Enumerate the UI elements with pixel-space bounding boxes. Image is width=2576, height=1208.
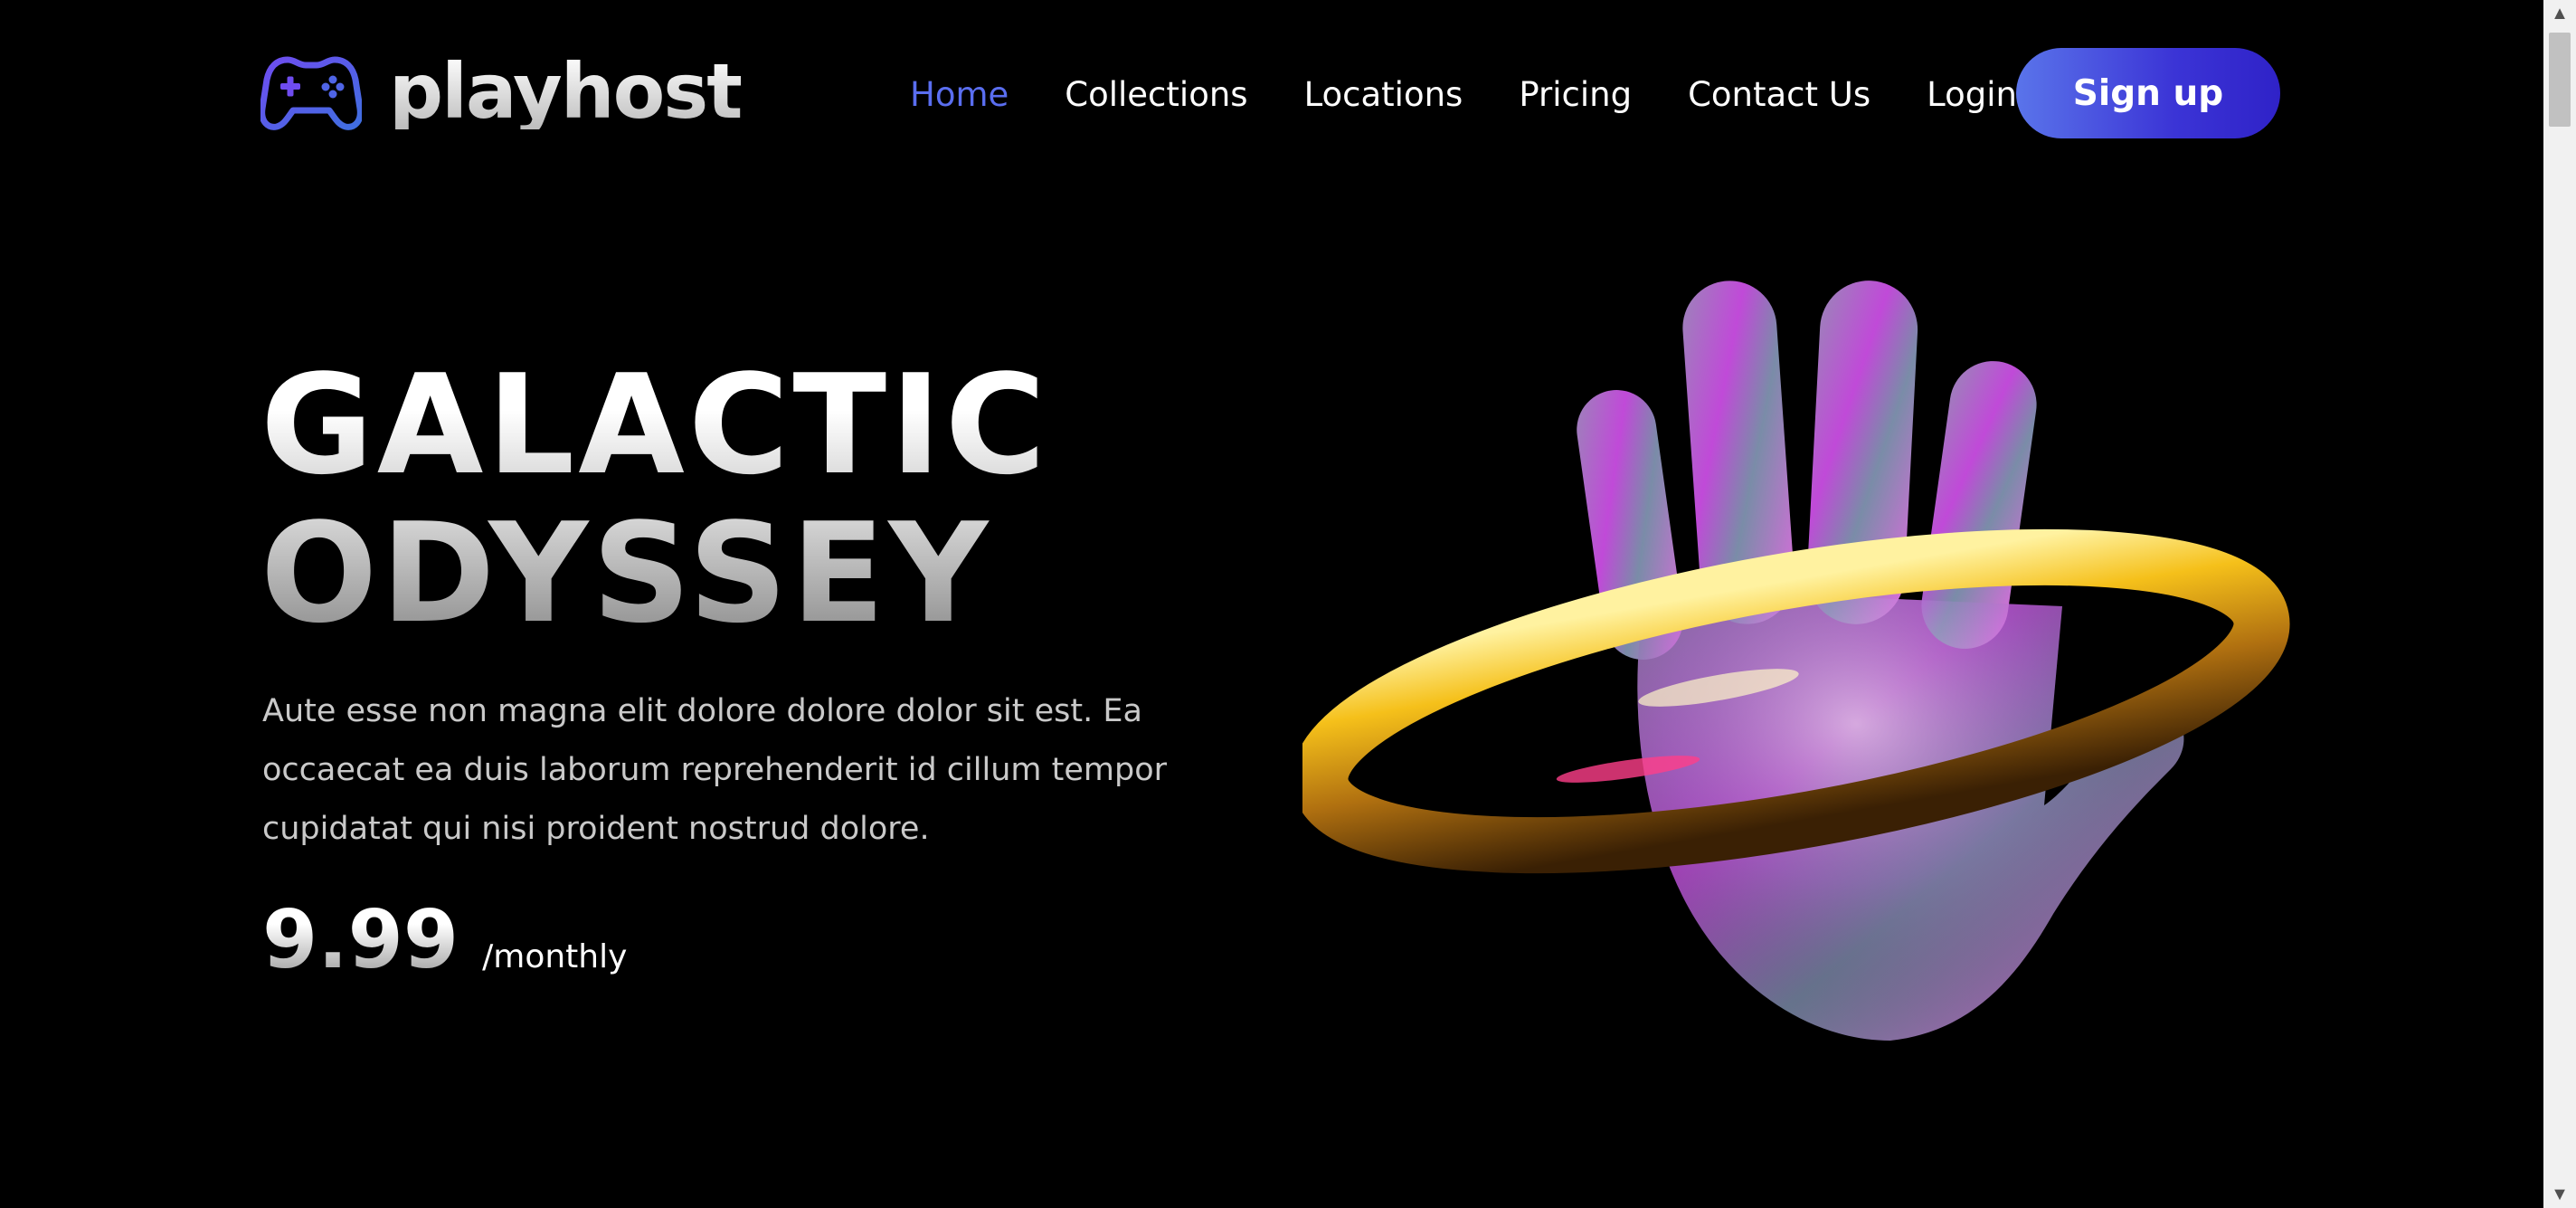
nav-locations[interactable]: Locations	[1304, 71, 1463, 119]
nav-home[interactable]: Home	[910, 71, 1009, 119]
nav-collections[interactable]: Collections	[1065, 71, 1247, 119]
hero-hand-image	[1302, 281, 2290, 1041]
brand-name: playhost	[389, 47, 743, 136]
scroll-up-arrow-icon[interactable]: ▲	[2543, 0, 2576, 27]
hero-title: GALACTIC ODYSSEY	[260, 351, 1049, 648]
price-value: 9.99	[262, 893, 459, 986]
nav-login[interactable]: Login	[1927, 71, 2017, 119]
brand-logo[interactable]: playhost	[260, 47, 743, 136]
scrollbar-thumb[interactable]	[2549, 33, 2571, 127]
price-period: /monthly	[482, 938, 628, 975]
hero-description: Aute esse non magna elit dolore dolore d…	[262, 693, 1167, 847]
vertical-scrollbar[interactable]: ▲ ▼	[2543, 0, 2576, 1208]
nav-pricing[interactable]: Pricing	[1519, 71, 1632, 119]
sign-up-button[interactable]: Sign up	[2016, 48, 2280, 138]
price-row: 9.99 /monthly	[262, 900, 627, 980]
hero-title-line-2: ODYSSEY	[260, 499, 1049, 648]
hero-title-line-1: GALACTIC	[260, 345, 1050, 505]
main-nav: Home Collections Locations Pricing Conta…	[910, 71, 2073, 119]
scroll-down-arrow-icon[interactable]: ▼	[2543, 1181, 2576, 1208]
page: playhost Home Collections Locations Pric…	[0, 0, 2543, 1208]
gamepad-icon	[260, 56, 362, 130]
nav-contact-us[interactable]: Contact Us	[1688, 71, 1870, 119]
